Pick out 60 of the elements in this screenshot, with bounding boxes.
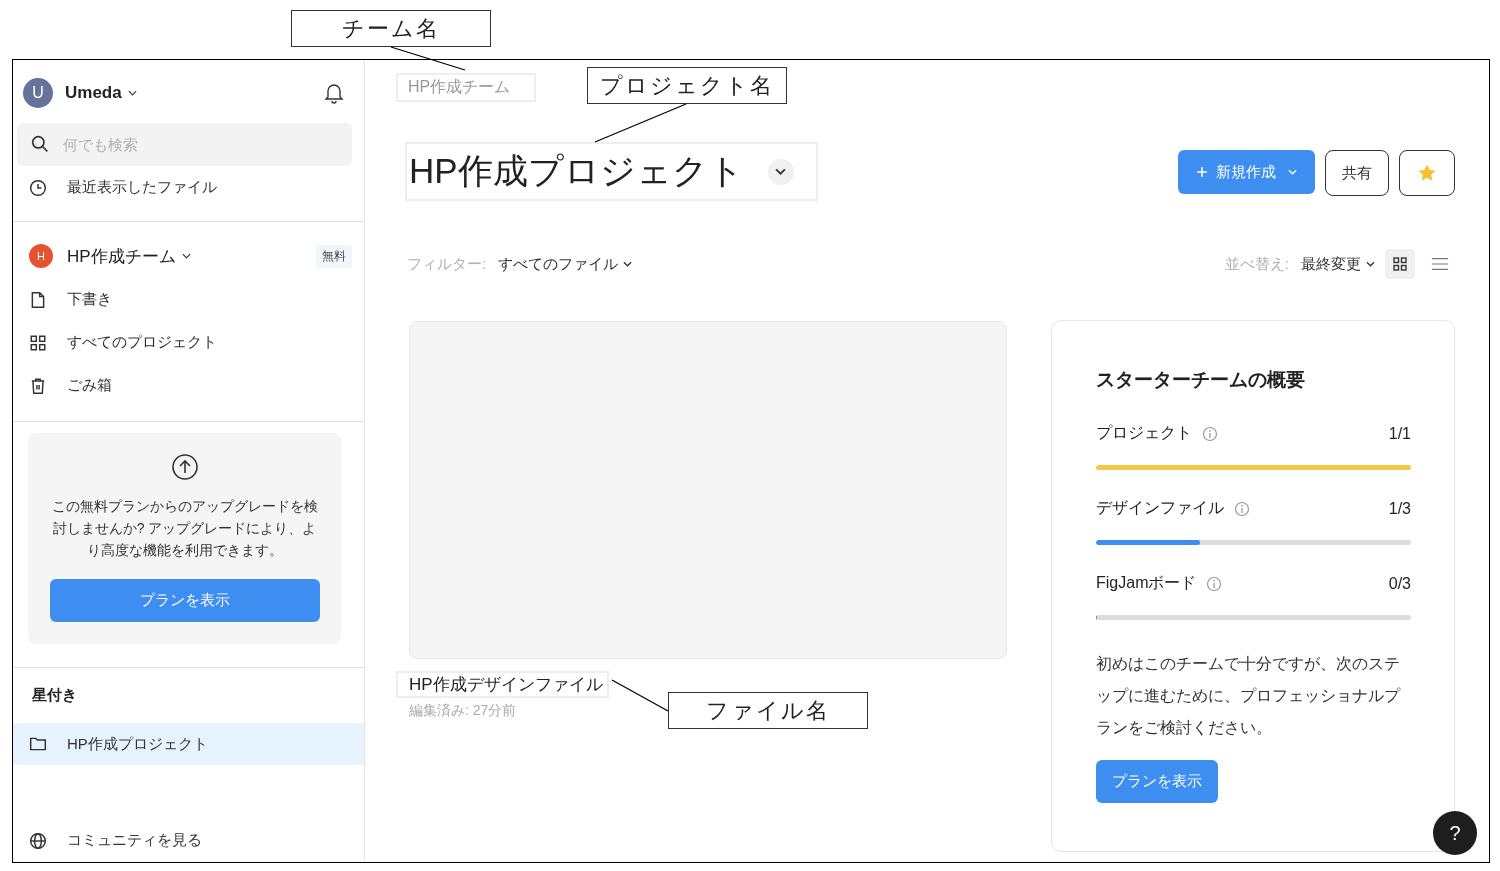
sidebar-item[interactable]: ごみ箱 bbox=[13, 364, 364, 407]
caret-icon bbox=[127, 90, 137, 96]
caret-icon bbox=[775, 168, 787, 175]
callout-label: チーム名 bbox=[291, 10, 491, 47]
grid-view-toggle[interactable] bbox=[1385, 249, 1415, 279]
upload-icon bbox=[170, 453, 199, 481]
caret-icon bbox=[1366, 261, 1375, 267]
user-name[interactable]: Umeda bbox=[65, 83, 122, 103]
callout-label: ファイル名 bbox=[668, 692, 868, 729]
info-icon[interactable] bbox=[1206, 575, 1223, 592]
section-heading: 星付き bbox=[31, 685, 78, 705]
sidebar-item[interactable]: 最近表示したファイル bbox=[13, 166, 364, 209]
info-icon[interactable] bbox=[1202, 425, 1218, 442]
globe-icon bbox=[29, 831, 47, 850]
meter-reading: 1/3 bbox=[1388, 499, 1411, 518]
overview-text: 初めはこのチームで十分ですが、次のステップに進むために、プロフェッショナルプランをご検討ください。 bbox=[1096, 654, 1402, 738]
caret-icon bbox=[1288, 169, 1297, 175]
meter-label: プロジェクト bbox=[1096, 423, 1192, 443]
bell-icon[interactable] bbox=[324, 82, 344, 104]
leader-line bbox=[611, 679, 669, 712]
caret-icon bbox=[181, 253, 191, 259]
file-icon bbox=[29, 290, 47, 309]
filter-label: フィルター: bbox=[407, 254, 487, 274]
meter-reading: 0/3 bbox=[1388, 574, 1411, 593]
grid-icon bbox=[29, 333, 47, 352]
plan-badge: 無料 bbox=[316, 244, 352, 268]
info-icon[interactable] bbox=[1234, 500, 1250, 517]
star-button[interactable] bbox=[1399, 150, 1455, 196]
starred-item[interactable]: HP作成プロジェクト bbox=[13, 723, 364, 765]
meter-label: デザインファイル bbox=[1096, 498, 1224, 518]
clock-icon bbox=[29, 178, 47, 197]
dropdown-toggle[interactable] bbox=[767, 158, 794, 185]
sort-dropdown[interactable]: 最終変更 bbox=[1301, 254, 1375, 274]
trash-icon bbox=[29, 376, 47, 395]
list-icon bbox=[1431, 256, 1449, 272]
meter-label: FigJamボード bbox=[1096, 573, 1197, 593]
share-button[interactable]: 共有 bbox=[1325, 150, 1389, 196]
team-name[interactable]: HP作成チーム bbox=[67, 244, 176, 268]
file-name[interactable]: HP作成デザインファイル bbox=[396, 671, 609, 698]
edited-time: 編集済み: 27分前 bbox=[409, 702, 517, 720]
card-title: スターターチームの概要 bbox=[1096, 368, 1306, 392]
caret-icon bbox=[623, 261, 633, 267]
sidebar-item[interactable]: コミュニティを見る bbox=[13, 819, 364, 862]
callout-label: プロジェクト名 bbox=[587, 67, 787, 104]
upgrade-text: この無料プランからのアップグレードを検討しませんか? アップグレードにより、より高度な機能を利用できます。 bbox=[50, 497, 319, 560]
folder-icon bbox=[29, 735, 47, 753]
user-avatar[interactable]: U bbox=[23, 78, 53, 108]
search-field[interactable]: 何でも検索 bbox=[17, 123, 352, 166]
plus-icon bbox=[1196, 166, 1208, 178]
sort-label: 並べ替え: bbox=[1224, 254, 1289, 274]
sidebar-item[interactable]: 下書き bbox=[13, 278, 364, 321]
star-icon bbox=[1417, 163, 1437, 183]
team-avatar: H bbox=[29, 244, 53, 268]
meter-reading: 1/1 bbox=[1388, 424, 1411, 443]
search-icon bbox=[31, 135, 49, 153]
help-button[interactable]: ? bbox=[1433, 811, 1477, 855]
filter-dropdown[interactable]: すべてのファイル bbox=[498, 254, 633, 274]
sidebar-item[interactable]: すべてのプロジェクト bbox=[13, 321, 364, 364]
project-title: HP作成プロジェクト bbox=[409, 150, 744, 192]
grid-icon bbox=[1391, 256, 1409, 272]
